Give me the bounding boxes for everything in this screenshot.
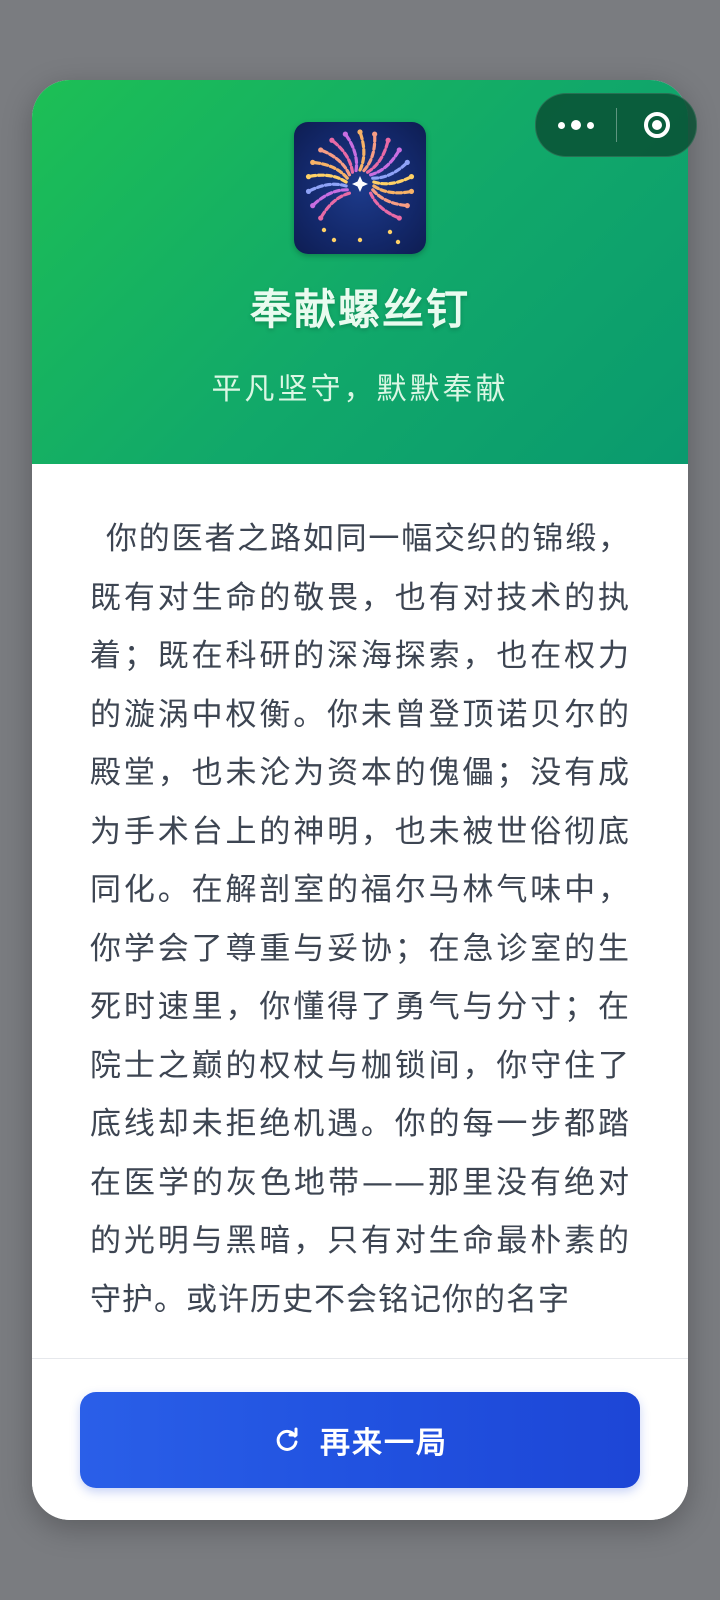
result-paragraph: 你的医者之路如同一幅交织的锦缎，既有对生命的敬畏，也有对技术的执着；既在科研的深…	[90, 521, 630, 1318]
target-close-icon[interactable]	[617, 94, 696, 156]
replay-label: 再来一局	[320, 1426, 448, 1461]
page-title: 奉献螺丝钉	[249, 285, 470, 334]
mini-program-capsule	[535, 93, 697, 157]
page-subtitle: 平凡坚守，默默奉献	[211, 372, 509, 407]
refresh-icon	[272, 1425, 302, 1455]
result-card: 奉献螺丝钉 平凡坚守，默默奉献 你的医者之路如同一幅交织的锦缎，既有对生命的敬畏…	[32, 80, 688, 1520]
result-content[interactable]: 你的医者之路如同一幅交织的锦缎，既有对生命的敬畏，也有对技术的执着；既在科研的深…	[32, 464, 688, 1438]
fireworks-icon	[294, 122, 426, 254]
footer: 再来一局	[32, 1359, 688, 1520]
page: 奉献螺丝钉 平凡坚守，默默奉献 你的医者之路如同一幅交织的锦缎，既有对生命的敬畏…	[0, 0, 720, 1600]
replay-button[interactable]: 再来一局	[80, 1392, 640, 1488]
more-dots-icon[interactable]	[536, 94, 616, 156]
